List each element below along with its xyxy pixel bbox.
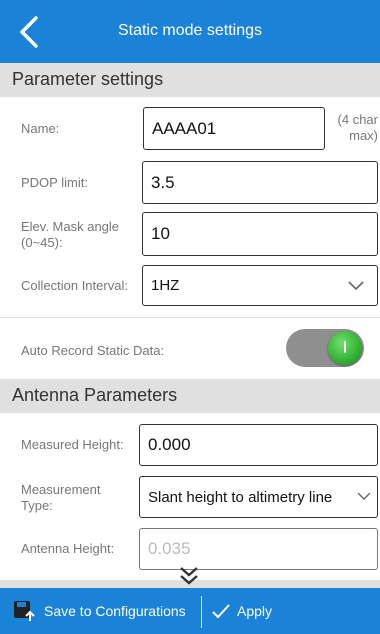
section-title: Antenna Parameters xyxy=(12,385,178,405)
collection-interval-label: Collection Interval: xyxy=(21,278,128,293)
measured-height-label: Measured Height: xyxy=(21,437,124,452)
measurement-type-label: Measurement Type: xyxy=(21,482,101,513)
pdop-label: PDOP limit: xyxy=(21,175,88,190)
measured-height-value: 0.000 xyxy=(148,435,191,454)
checkmark-icon xyxy=(212,604,230,619)
top-bar: Static mode settings xyxy=(0,0,380,63)
pdop-value: 3.5 xyxy=(151,172,175,192)
antenna-height-value: 0.035 xyxy=(148,539,191,558)
save-label: Save to Configurations xyxy=(44,603,186,619)
page-title: Static mode settings xyxy=(117,22,263,39)
divider xyxy=(0,317,380,318)
pdop-input[interactable]: 3.5 xyxy=(142,161,378,204)
measurement-type-value: Slant height to altimetry line xyxy=(148,488,333,506)
double-chevron-down-icon[interactable] xyxy=(178,566,200,586)
apply-label: Apply xyxy=(237,603,273,619)
auto-record-toggle[interactable] xyxy=(286,329,364,367)
section-title: Parameter settings xyxy=(12,69,164,89)
elev-mask-label: Elev. Mask angle (0~45): xyxy=(21,219,120,250)
antenna-height-input: 0.035 xyxy=(139,528,378,570)
measured-height-input[interactable]: 0.000 xyxy=(139,424,378,466)
name-input[interactable]: AAAA01 xyxy=(143,107,325,150)
elev-mask-value: 10 xyxy=(151,224,170,243)
section-antenna-parameters: Antenna Parameters xyxy=(0,379,380,413)
measurement-type-select[interactable]: Slant height to altimetry line xyxy=(139,476,378,518)
name-label: Name: xyxy=(21,121,60,136)
section-parameter-settings: Parameter settings xyxy=(0,63,380,97)
chevron-down-icon xyxy=(348,281,364,291)
name-hint: (4 char max) xyxy=(337,112,378,143)
button-separator xyxy=(201,596,202,628)
elev-mask-input[interactable]: 10 xyxy=(142,212,378,256)
collection-interval-value: 1HZ xyxy=(151,277,180,294)
auto-record-label: Auto Record Static Data: xyxy=(21,343,165,358)
apply-button[interactable]: Apply xyxy=(211,588,272,634)
save-icon xyxy=(14,601,35,621)
antenna-height-label: Antenna Height: xyxy=(21,541,115,556)
chevron-down-icon xyxy=(357,492,371,500)
name-value: AAAA01 xyxy=(152,118,217,138)
collection-interval-select[interactable]: 1HZ xyxy=(142,265,378,306)
save-to-configurations-button[interactable]: Save to Configurations xyxy=(12,588,186,634)
toggle-knob xyxy=(328,331,362,365)
bottom-action-bar: Save to Configurations Apply xyxy=(0,588,380,634)
